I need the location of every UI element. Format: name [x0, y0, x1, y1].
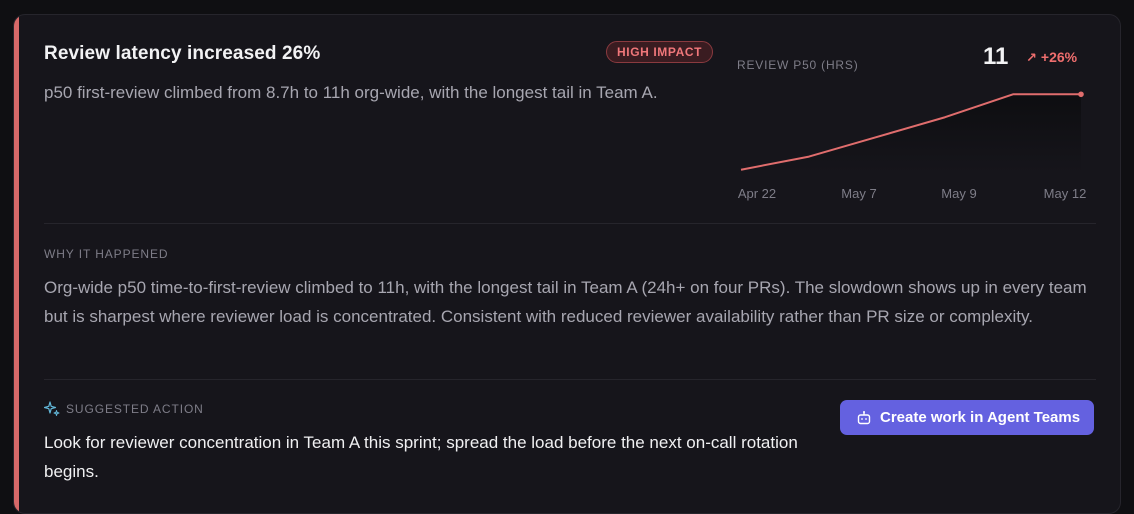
x-tick-label: May 9: [941, 186, 976, 201]
insight-card: Review latency increased 26% HIGH IMPACT…: [13, 14, 1121, 514]
x-tick-label: May 12: [1044, 186, 1087, 201]
create-work-button[interactable]: Create work in Agent Teams: [840, 400, 1095, 435]
why-explanation: Org-wide p50 time-to-first-review climbe…: [44, 278, 1087, 326]
x-tick-label: Apr 22: [738, 186, 776, 201]
metric-delta: ↗ +26%: [1026, 49, 1077, 66]
metric-label: REVIEW P50 (HRS): [737, 58, 859, 72]
arrow-up-right-icon: ↗: [1026, 50, 1037, 65]
impact-badge: HIGH IMPACT: [606, 41, 714, 63]
series-area: [741, 94, 1081, 173]
suggested-action-text: Look for reviewer concentration in Team …: [44, 433, 798, 481]
robot-icon: [857, 410, 871, 424]
action-section-label: SUGGESTED ACTION: [66, 402, 204, 416]
metric-delta-value: +26%: [1040, 49, 1078, 65]
insight-summary: p50 first-review climbed from 8.7h to 11…: [44, 83, 658, 102]
section-divider: [44, 223, 1096, 224]
review-latency-sparkline: Apr 22 May 7 May 9 May 12: [738, 91, 1087, 201]
impact-accent-bar: [14, 15, 19, 513]
x-tick-label: May 7: [841, 186, 876, 201]
insight-title: Review latency increased 26%: [44, 43, 321, 64]
sparkle-icon: [44, 401, 60, 416]
metric-value: 11: [983, 43, 1009, 70]
section-divider: [44, 379, 1096, 380]
why-section-label: WHY IT HAPPENED: [44, 247, 169, 261]
create-work-button-label: Create work in Agent Teams: [880, 409, 1081, 426]
last-point-marker: [1078, 91, 1084, 98]
